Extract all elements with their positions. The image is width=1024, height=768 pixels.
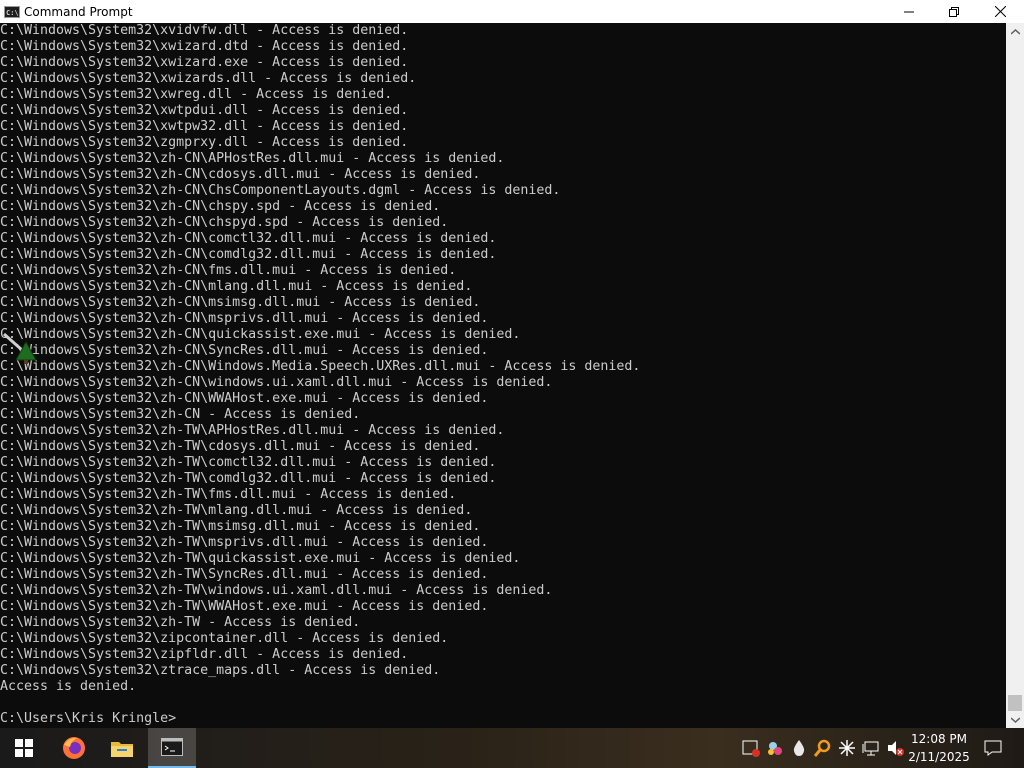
clock-time: 12:08 PM bbox=[911, 732, 967, 746]
speaker-muted-icon bbox=[888, 741, 904, 756]
tray-security-icon[interactable] bbox=[741, 738, 761, 758]
console-line: C:\Windows\System32\xwizard.exe - Access… bbox=[0, 55, 409, 70]
console-line: C:\Windows\System32\zh-TW - Access is de… bbox=[0, 615, 361, 630]
start-button[interactable] bbox=[0, 728, 48, 768]
console-line: C:\Windows\System32\zh-CN\windows.ui.xam… bbox=[0, 375, 553, 390]
shield-alert-icon bbox=[742, 740, 760, 757]
water-drop-icon bbox=[793, 740, 805, 756]
chevron-down-icon bbox=[1010, 716, 1020, 723]
console-line: C:\Windows\System32\zh-CN\cdosys.dll.mui… bbox=[0, 167, 481, 182]
network-monitor-icon bbox=[862, 741, 879, 756]
folder-icon bbox=[111, 742, 133, 757]
taskbar: 12:08 PM 2/11/2025 bbox=[0, 728, 1024, 768]
console-line: C:\Windows\System32\zh-CN\fms.dll.mui - … bbox=[0, 263, 457, 278]
console-line: C:\Windows\System32\zh-TW\comdlg32.dll.m… bbox=[0, 471, 497, 486]
vertical-scrollbar[interactable] bbox=[1006, 23, 1024, 728]
console-line: C:\Windows\System32\zh-TW\windows.ui.xam… bbox=[0, 583, 553, 598]
scroll-thumb[interactable] bbox=[1008, 695, 1022, 711]
restore-button[interactable] bbox=[931, 0, 977, 23]
console-line: C:\Windows\System32\zh-CN\msimsg.dll.mui… bbox=[0, 295, 481, 310]
console-line: Access is denied. bbox=[0, 679, 137, 694]
console-text: C:\Windows\System32\xvidvfw.dll - Access… bbox=[0, 23, 1006, 727]
console-line: C:\Users\Kris Kringle> bbox=[0, 711, 177, 726]
console-line: C:\Windows\System32\zh-CN\mlang.dll.mui … bbox=[0, 279, 473, 294]
console-line: C:\Windows\System32\zipfldr.dll - Access… bbox=[0, 647, 409, 662]
asterisk-icon bbox=[839, 740, 855, 756]
close-icon bbox=[994, 6, 1006, 17]
taskbar-file-explorer[interactable] bbox=[98, 728, 146, 768]
console-line: C:\Windows\System32\zh-CN\WWAHost.exe.mu… bbox=[0, 391, 489, 406]
console-line: C:\Windows\System32\zh-CN\Windows.Media.… bbox=[0, 359, 641, 374]
console-line: C:\Windows\System32\zh-CN\comdlg32.dll.m… bbox=[0, 247, 497, 262]
console-line: C:\Windows\System32\zh-CN\comctl32.dll.m… bbox=[0, 231, 497, 246]
windows-logo-icon bbox=[15, 739, 33, 757]
console-line: C:\Windows\System32\zh-TW\mlang.dll.mui … bbox=[0, 503, 473, 518]
minimize-button[interactable] bbox=[886, 0, 932, 23]
clock-date: 2/11/2025 bbox=[908, 750, 970, 764]
taskbar-firefox[interactable] bbox=[50, 728, 98, 768]
console-line: C:\Windows\System32\xwreg.dll - Access i… bbox=[0, 87, 393, 102]
chevron-up-icon bbox=[1010, 28, 1020, 35]
console-line: C:\Windows\System32\zh-CN\ChsComponentLa… bbox=[0, 183, 561, 198]
console-output[interactable]: C:\Windows\System32\xvidvfw.dll - Access… bbox=[0, 23, 1006, 728]
console-line: C:\Windows\System32\zipcontainer.dll - A… bbox=[0, 631, 449, 646]
console-line: C:\Windows\System32\zgmprxy.dll - Access… bbox=[0, 135, 409, 150]
console-line: C:\Windows\System32\zh-TW\APHostRes.dll.… bbox=[0, 423, 505, 438]
command-prompt-icon bbox=[161, 738, 183, 756]
tray-volume-icon[interactable] bbox=[885, 738, 905, 758]
console-line: C:\Windows\System32\zh-CN\chspyd.spd - A… bbox=[0, 215, 449, 230]
title-bar: C:\ Command Prompt bbox=[0, 0, 1024, 23]
console-line: C:\Windows\System32\zh-TW\SyncRes.dll.mu… bbox=[0, 567, 489, 582]
notification-button[interactable] bbox=[978, 728, 1008, 768]
command-prompt-icon: C:\ bbox=[4, 5, 20, 18]
restore-icon bbox=[949, 6, 959, 17]
console-line: C:\Windows\System32\xvidvfw.dll - Access… bbox=[0, 23, 409, 38]
console-line: C:\Windows\System32\zh-CN\APHostRes.dll.… bbox=[0, 151, 505, 166]
minimize-icon bbox=[904, 11, 914, 12]
firefox-icon bbox=[63, 737, 85, 759]
mouse-cursor-icon bbox=[3, 332, 37, 364]
console-line: C:\Windows\System32\zh-CN\SyncRes.dll.mu… bbox=[0, 343, 489, 358]
magnifier-icon bbox=[814, 739, 831, 757]
console-line: C:\Windows\System32\xwtpdui.dll - Access… bbox=[0, 103, 409, 118]
window-title: Command Prompt bbox=[24, 4, 133, 19]
console-line: C:\Windows\System32\zh-TW\msimsg.dll.mui… bbox=[0, 519, 481, 534]
console-line: C:\Windows\System32\zh-TW\comctl32.dll.m… bbox=[0, 455, 497, 470]
gear-cluster-icon bbox=[768, 742, 782, 755]
close-button[interactable] bbox=[977, 0, 1023, 23]
console-line: C:\Windows\System32\zh-CN\chspy.spd - Ac… bbox=[0, 199, 441, 214]
console-line: C:\Windows\System32\zh-TW\fms.dll.mui - … bbox=[0, 487, 457, 502]
console-line: C:\Windows\System32\zh-TW\cdosys.dll.mui… bbox=[0, 439, 481, 454]
scroll-up-button[interactable] bbox=[1006, 23, 1024, 40]
console-line: C:\Windows\System32\xwizards.dll - Acces… bbox=[0, 71, 417, 86]
console-line: C:\Windows\System32\zh-CN\quickassist.ex… bbox=[0, 327, 521, 342]
taskbar-clock[interactable]: 12:08 PM 2/11/2025 bbox=[905, 728, 973, 768]
tray-network-hub-icon[interactable] bbox=[837, 738, 857, 758]
console-line: C:\Windows\System32\xwizard.dtd - Access… bbox=[0, 39, 409, 54]
console-line: C:\Windows\System32\zh-CN - Access is de… bbox=[0, 407, 361, 422]
console-line: C:\Windows\System32\ztrace_maps.dll - Ac… bbox=[0, 663, 441, 678]
tray-search-icon[interactable] bbox=[813, 738, 833, 758]
notification-icon bbox=[984, 740, 1002, 756]
tray-network-icon[interactable] bbox=[861, 738, 881, 758]
scroll-down-button[interactable] bbox=[1006, 711, 1024, 728]
tray-app-icon[interactable] bbox=[765, 738, 785, 758]
console-line: C:\Windows\System32\zh-TW\WWAHost.exe.mu… bbox=[0, 599, 489, 614]
console-line: C:\Windows\System32\zh-CN\msprivs.dll.mu… bbox=[0, 311, 489, 326]
console-line: C:\Windows\System32\xwtpw32.dll - Access… bbox=[0, 119, 409, 134]
taskbar-command-prompt[interactable] bbox=[148, 728, 196, 768]
tray-drop-icon[interactable] bbox=[789, 738, 809, 758]
console-line: C:\Windows\System32\zh-TW\quickassist.ex… bbox=[0, 551, 521, 566]
console-line: C:\Windows\System32\zh-TW\msprivs.dll.mu… bbox=[0, 535, 489, 550]
